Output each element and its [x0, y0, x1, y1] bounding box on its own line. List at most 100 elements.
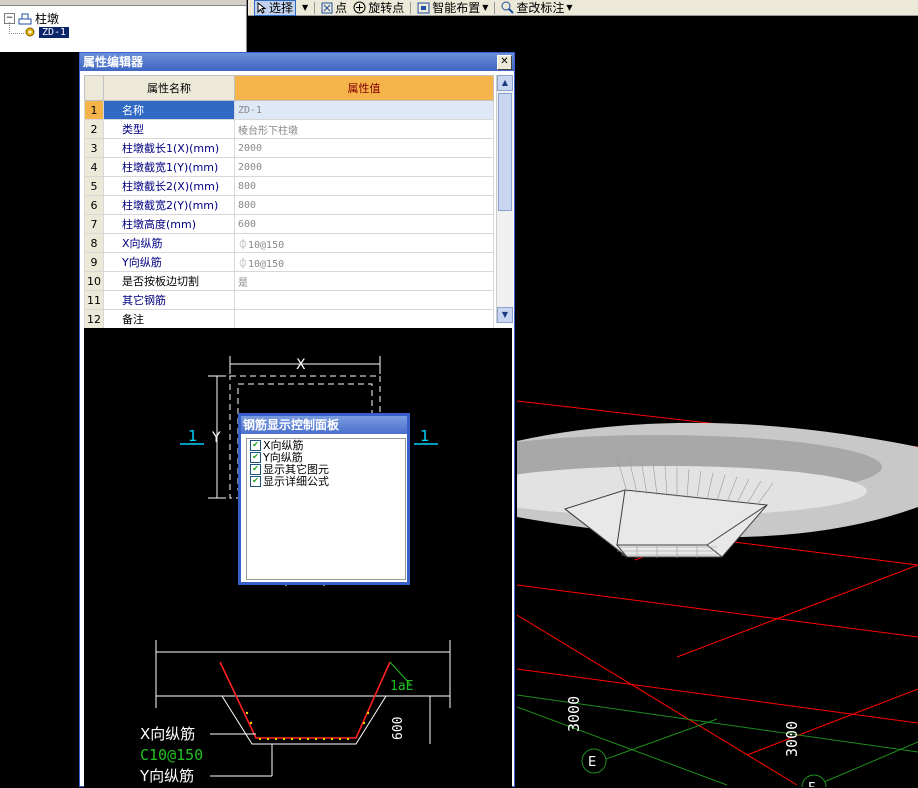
property-value[interactable]: 棱台形下柱墩: [234, 119, 494, 139]
property-name: 名称: [103, 100, 235, 120]
property-editor-title: 属性编辑器: [83, 55, 144, 69]
component-tree: − 柱墩 ZD-1: [0, 0, 247, 52]
tree-connector: [9, 22, 24, 34]
property-value[interactable]: 2000: [234, 138, 494, 158]
height-label: 600: [391, 717, 406, 740]
property-row[interactable]: 9 Y向纵筋 ⏀10@150: [84, 252, 494, 272]
row-number: 7: [84, 214, 104, 234]
checkbox-checked-icon[interactable]: ✔: [250, 475, 261, 487]
axis-e-label: E: [588, 755, 596, 770]
property-name: 其它钢筋: [103, 290, 235, 310]
property-row[interactable]: 7 柱墩高度(mm) 600: [84, 214, 494, 234]
x-dim-label: X: [296, 357, 306, 373]
property-row[interactable]: 2 类型 棱台形下柱墩: [84, 119, 494, 139]
edit-annotation-button[interactable]: 查改标注 ▼: [501, 0, 573, 16]
row-number: 2: [84, 119, 104, 139]
lae-label: 1aE: [390, 679, 413, 694]
dim-label-1: 3000: [565, 696, 583, 732]
rotate-point-button[interactable]: 旋转点: [353, 0, 404, 16]
y-rebar-label: Y向纵筋: [139, 767, 194, 785]
property-value[interactable]: [234, 309, 494, 329]
property-value[interactable]: [234, 290, 494, 310]
grid-body: 1 名称 ZD-1 2 类型 棱台形下柱墩 3 柱墩截长1(X)(mm) 2000 4 柱墩截宽1(…: [84, 100, 494, 329]
edit-annotation-label: 查改标注: [516, 1, 565, 15]
property-name: 柱墩高度(mm): [103, 214, 235, 234]
label-leaders: [210, 733, 273, 777]
scroll-thumb[interactable]: [498, 93, 512, 211]
point-icon: [321, 2, 333, 13]
control-panel-options: ✔ X向纵筋 ✔ Y向纵筋 ✔ 显示其它图元 ✔ 显示详细公式: [246, 438, 406, 580]
tree-top-border: [0, 0, 246, 6]
property-value[interactable]: ZD-1: [234, 100, 494, 120]
property-row[interactable]: 4 柱墩截宽1(Y)(mm) 2000: [84, 157, 494, 177]
dim-label-2: 3000: [783, 721, 801, 757]
tree-child-label: ZD-1: [39, 26, 70, 38]
row-number: 8: [84, 233, 104, 253]
gear-icon: [25, 27, 35, 37]
axis-f-label: F: [808, 781, 815, 787]
smart-layout-dropdown-icon[interactable]: ▼: [482, 3, 488, 12]
smart-layout-button[interactable]: 智能布置 ▼: [417, 0, 488, 16]
row-number: 10: [84, 271, 104, 291]
property-name: 柱墩截长2(X)(mm): [103, 176, 235, 196]
property-value[interactable]: ⏀10@150: [234, 233, 494, 253]
property-value[interactable]: ⏀10@150: [234, 252, 494, 272]
row-number: 6: [84, 195, 104, 215]
close-icon[interactable]: ✕: [497, 55, 512, 70]
property-name: 类型: [103, 119, 235, 139]
checkbox-checked-icon[interactable]: ✔: [250, 439, 261, 451]
property-row[interactable]: 10 是否按板边切割是: [84, 271, 494, 291]
option-show-detailed-formula[interactable]: ✔ 显示详细公式: [247, 475, 405, 488]
property-name: 柱墩截长1(X)(mm): [103, 138, 235, 158]
option-label: 显示详细公式: [263, 475, 329, 488]
property-row[interactable]: 11 其它钢筋: [84, 290, 494, 310]
rotate-point-icon: [353, 1, 366, 14]
rebar-display-control-panel: 钢筋显示控制面板 ✔ X向纵筋 ✔ Y向纵筋 ✔ 显示其它图元 ✔ 显示详细公式: [238, 413, 410, 585]
scroll-down-icon[interactable]: ▼: [497, 307, 513, 323]
property-value[interactable]: 800: [234, 195, 494, 215]
checkbox-checked-icon[interactable]: ✔: [250, 451, 261, 463]
column-header-name[interactable]: 属性名称: [103, 75, 235, 101]
separator: [410, 1, 412, 14]
property-row[interactable]: 6 柱墩截宽2(Y)(mm) 800: [84, 195, 494, 215]
magnifier-icon: [501, 1, 515, 14]
property-name: 柱墩截宽1(Y)(mm): [103, 157, 235, 177]
section-mark-left: 1: [188, 427, 198, 445]
column-header-value[interactable]: 属性值: [234, 75, 494, 101]
point-button[interactable]: 点: [321, 0, 347, 16]
row-number: 1: [84, 100, 104, 120]
vertical-scrollbar[interactable]: ▲ ▼: [496, 75, 513, 323]
smart-layout-label: 智能布置: [432, 1, 481, 15]
smart-layout-icon: [417, 2, 430, 13]
row-number: 3: [84, 138, 104, 158]
property-editor-titlebar[interactable]: 属性编辑器 ✕: [80, 53, 514, 71]
property-value[interactable]: 是: [234, 271, 494, 291]
tree-node-zd1[interactable]: ZD-1: [24, 26, 70, 38]
scroll-up-icon[interactable]: ▲: [497, 75, 513, 91]
checkbox-checked-icon[interactable]: ✔: [250, 463, 261, 475]
property-value[interactable]: 600: [234, 214, 494, 234]
property-value[interactable]: 800: [234, 176, 494, 196]
property-row[interactable]: 5 柱墩截长2(X)(mm) 800: [84, 176, 494, 196]
control-panel-title[interactable]: 钢筋显示控制面板: [241, 416, 407, 434]
separator: [494, 1, 496, 14]
row-number: 11: [84, 290, 104, 310]
3d-viewport[interactable]: 3000 3000 E F: [517, 17, 918, 787]
rebar-profile: [219, 661, 391, 739]
rotate-point-label: 旋转点: [368, 1, 405, 15]
rebar-spec-label: C10@150: [140, 746, 203, 764]
property-row[interactable]: 1 名称 ZD-1: [84, 100, 494, 120]
select-label: 选择: [269, 1, 294, 15]
property-value[interactable]: 2000: [234, 157, 494, 177]
property-row[interactable]: 8 X向纵筋 ⏀10@150: [84, 233, 494, 253]
edit-annotation-dropdown-icon[interactable]: ▼: [566, 3, 572, 12]
property-row[interactable]: 3 柱墩截长1(X)(mm) 2000: [84, 138, 494, 158]
section-mark-right: 1: [420, 427, 430, 445]
tree-root-label: 柱墩: [35, 12, 60, 26]
property-row[interactable]: 12 备注: [84, 309, 494, 329]
select-button[interactable]: 选择: [254, 0, 297, 16]
grid-header: 属性名称 属性值: [84, 75, 494, 101]
row-number: 4: [84, 157, 104, 177]
property-name: Y向纵筋: [103, 252, 235, 272]
select-dropdown-icon[interactable]: ▼: [302, 3, 308, 12]
